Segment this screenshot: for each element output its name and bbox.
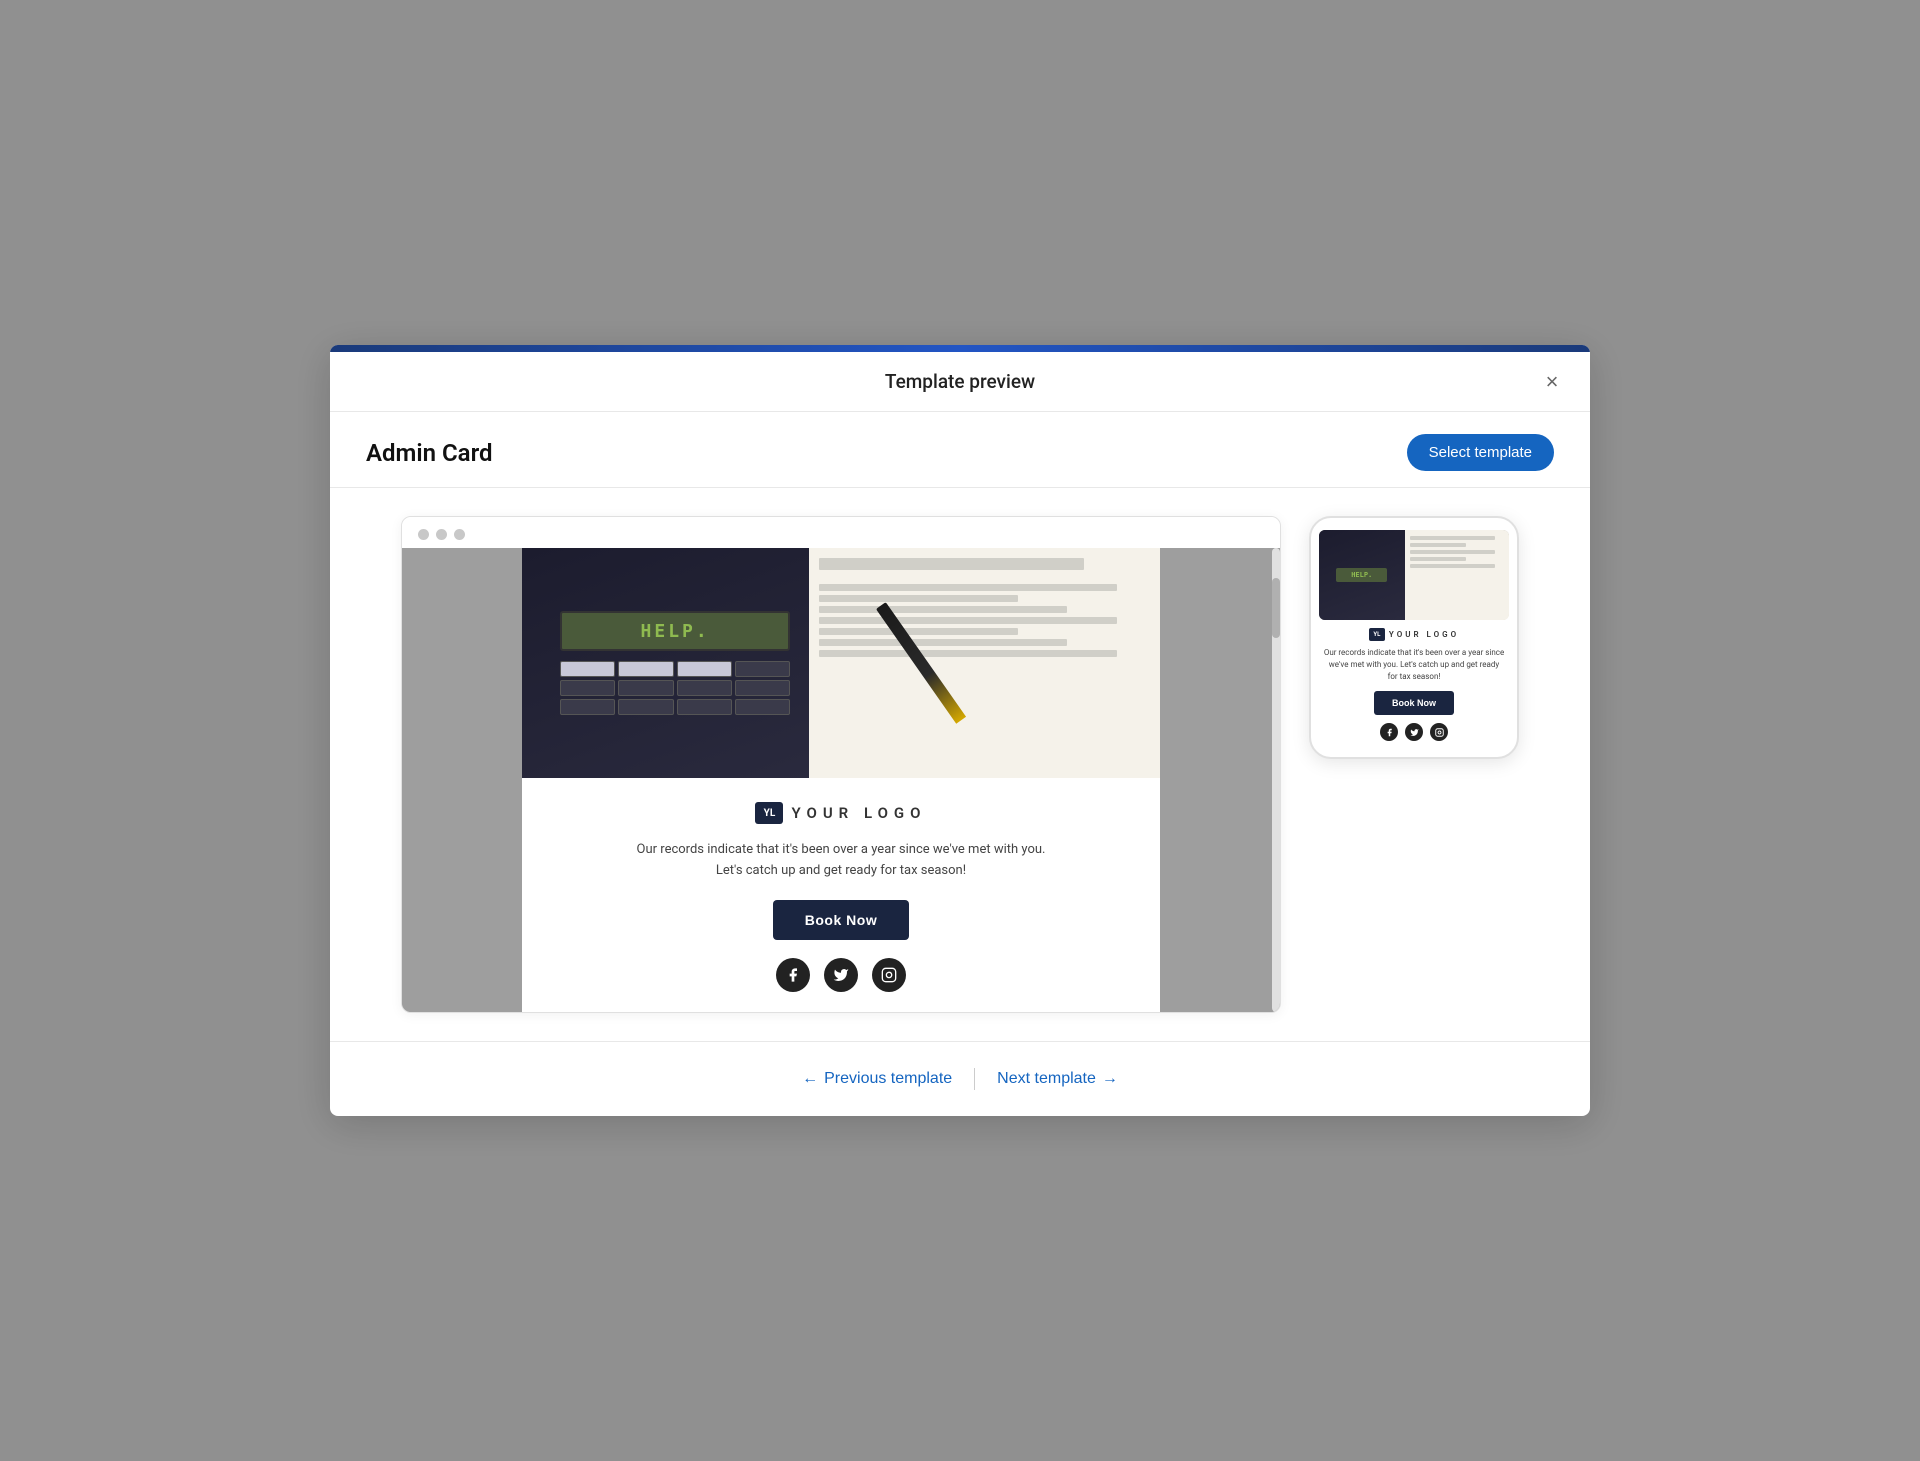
- next-template-label: Next template: [997, 1070, 1096, 1088]
- calc-screen: HELP.: [560, 611, 790, 651]
- previous-template-label: Previous template: [824, 1070, 952, 1088]
- mobile-logo-initials: YL: [1369, 628, 1385, 641]
- mobile-form-line: [1410, 557, 1467, 561]
- top-stripe: [330, 345, 1590, 352]
- left-gray-bar: [402, 548, 522, 1012]
- social-icons-row: [776, 958, 906, 992]
- modal-footer: ← Previous template Next template →: [330, 1041, 1590, 1116]
- email-content: HELP.: [402, 548, 1280, 1012]
- scrollbar-thumb: [1272, 578, 1280, 638]
- browser-dot-2: [436, 529, 447, 540]
- calc-buttons: [560, 661, 790, 715]
- next-template-button[interactable]: Next template →: [983, 1064, 1132, 1094]
- nav-divider: [974, 1068, 975, 1090]
- mobile-calc-side: HELP.: [1319, 530, 1405, 620]
- calc-btn: [735, 680, 790, 696]
- pen-shape: [876, 602, 966, 724]
- mobile-form-side: [1405, 530, 1510, 620]
- mobile-form-line: [1410, 550, 1495, 554]
- modal-overlay: Template preview × Admin Card Select tem…: [0, 0, 1920, 1461]
- mobile-hero-image: HELP.: [1319, 530, 1509, 620]
- mobile-facebook-icon: [1380, 723, 1398, 741]
- desktop-preview: HELP.: [401, 516, 1281, 1013]
- email-center-column: HELP.: [522, 548, 1160, 1012]
- modal-subheader: Admin Card Select template: [330, 412, 1590, 488]
- browser-dot-3: [454, 529, 465, 540]
- browser-chrome: [402, 517, 1280, 548]
- calc-btn: [735, 661, 790, 677]
- modal-body: HELP.: [330, 488, 1590, 1041]
- mobile-social-icons: [1380, 723, 1448, 741]
- template-preview-modal: Template preview × Admin Card Select tem…: [330, 345, 1590, 1116]
- modal-title: Template preview: [885, 370, 1035, 393]
- mobile-form-line: [1410, 543, 1467, 547]
- calc-btn: [618, 699, 673, 715]
- select-template-button[interactable]: Select template: [1407, 434, 1554, 471]
- twitter-icon: [824, 958, 858, 992]
- calc-btn: [560, 699, 615, 715]
- email-description: Our records indicate that it's been over…: [637, 840, 1046, 882]
- template-name-label: Admin Card: [366, 439, 493, 467]
- calc-btn: [677, 661, 732, 677]
- hero-image: HELP.: [522, 548, 1160, 778]
- mobile-logo-text: YOUR LOGO: [1389, 630, 1459, 639]
- modal-header: Template preview ×: [330, 352, 1590, 412]
- hero-image-recreation: HELP.: [522, 548, 1160, 778]
- browser-dot-1: [418, 529, 429, 540]
- mobile-frame: HELP. YL: [1309, 516, 1519, 759]
- calc-btn: [677, 699, 732, 715]
- mobile-form-line: [1410, 564, 1495, 568]
- next-arrow-icon: →: [1102, 1070, 1118, 1088]
- scrollbar: [1272, 548, 1280, 1012]
- calc-btn: [735, 699, 790, 715]
- logo-initials: YL: [755, 802, 783, 824]
- book-now-button[interactable]: Book Now: [773, 900, 909, 940]
- email-hero-area: HELP.: [402, 548, 1280, 1012]
- mobile-email-description: Our records indicate that it's been over…: [1319, 647, 1509, 683]
- email-body-content: YL YOUR LOGO Our records indicate that i…: [522, 778, 1160, 1012]
- previous-template-button[interactable]: ← Previous template: [788, 1064, 966, 1094]
- mobile-hero-inner: HELP.: [1319, 530, 1509, 620]
- mobile-logo-row: YL YOUR LOGO: [1369, 628, 1459, 641]
- right-gray-bar: [1160, 548, 1280, 1012]
- mobile-twitter-icon: [1405, 723, 1423, 741]
- logo-text: YOUR LOGO: [791, 804, 926, 822]
- close-button[interactable]: ×: [1536, 366, 1568, 398]
- calc-btn: [618, 680, 673, 696]
- mobile-preview: HELP. YL: [1309, 516, 1519, 759]
- mobile-form-line: [1410, 536, 1495, 540]
- mobile-book-now-button[interactable]: Book Now: [1374, 691, 1454, 715]
- logo-row: YL YOUR LOGO: [755, 802, 926, 824]
- mobile-calc-screen: HELP.: [1336, 568, 1387, 582]
- prev-arrow-icon: ←: [802, 1070, 818, 1088]
- calc-btn: [618, 661, 673, 677]
- instagram-icon: [872, 958, 906, 992]
- mobile-instagram-icon: [1430, 723, 1448, 741]
- calc-btn: [560, 661, 615, 677]
- calculator-visual: HELP.: [522, 548, 828, 778]
- facebook-icon: [776, 958, 810, 992]
- calc-btn: [677, 680, 732, 696]
- calc-btn: [560, 680, 615, 696]
